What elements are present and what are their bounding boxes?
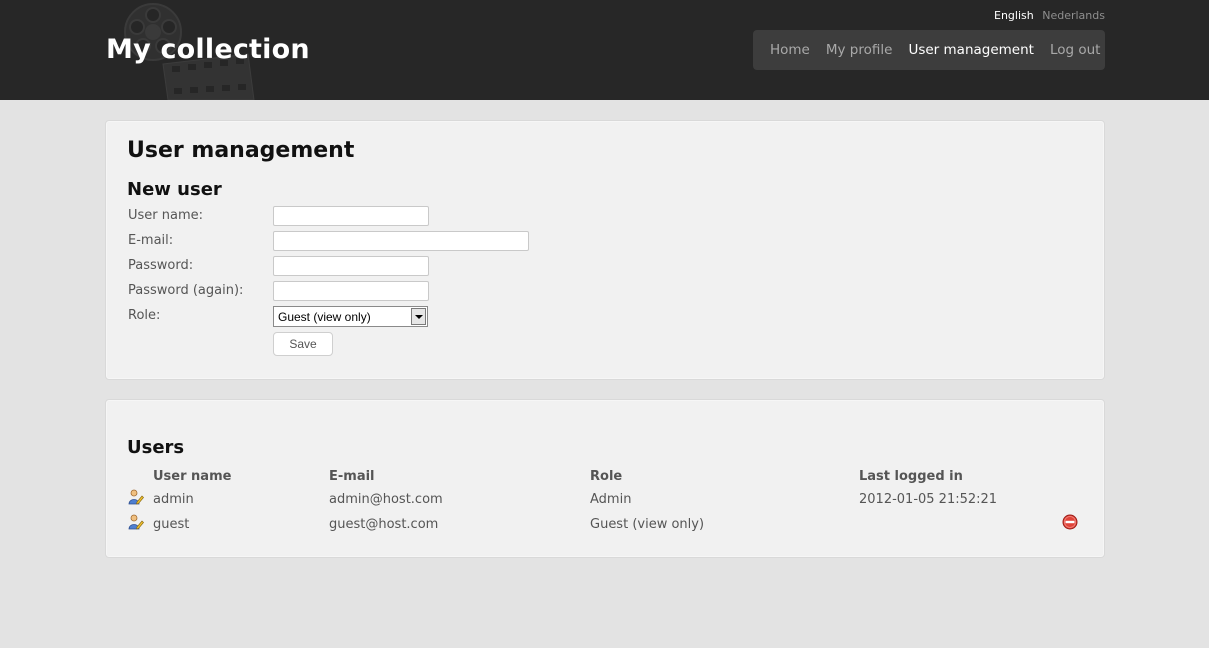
new-user-heading: New user [127, 179, 222, 200]
cell-role: Admin [590, 492, 632, 507]
nav-user-management[interactable]: User management [908, 42, 1034, 58]
chevron-down-icon[interactable] [411, 308, 426, 325]
site-header: My collection English Nederlands Home My… [0, 0, 1209, 100]
cell-email: admin@host.com [329, 492, 443, 507]
page-title: User management [127, 138, 355, 163]
email-input[interactable] [273, 231, 529, 251]
role-select-value: Guest (view only) [278, 310, 371, 324]
site-title[interactable]: My collection [106, 34, 310, 65]
password-again-label: Password (again): [128, 283, 244, 298]
new-user-panel: User management New user User name: E-ma… [105, 120, 1105, 380]
role-label: Role: [128, 308, 161, 323]
edit-user-icon[interactable] [128, 514, 144, 530]
password-again-input[interactable] [273, 281, 429, 301]
email-row: E-mail: [128, 231, 728, 253]
column-header-email: E-mail [329, 469, 375, 484]
column-header-role: Role [590, 469, 623, 484]
users-panel: Users User name E-mail Role Last logged … [105, 399, 1105, 558]
language-dutch[interactable]: Nederlands [1042, 9, 1105, 22]
edit-user-icon[interactable] [128, 489, 144, 505]
nav-my-profile[interactable]: My profile [826, 42, 893, 58]
username-label: User name: [128, 208, 204, 223]
users-heading: Users [127, 437, 185, 458]
main-nav: Home My profile User management Log out [753, 30, 1105, 70]
cell-username: admin [153, 492, 194, 507]
delete-icon[interactable] [1062, 514, 1078, 530]
cell-last-login: 2012-01-05 21:52:21 [859, 492, 998, 507]
nav-home[interactable]: Home [770, 42, 810, 58]
password-row: Password: [128, 256, 728, 278]
email-label: E-mail: [128, 233, 174, 248]
password-again-row: Password (again): [128, 281, 728, 303]
username-input[interactable] [273, 206, 429, 226]
cell-email: guest@host.com [329, 517, 439, 532]
username-row: User name: [128, 206, 728, 228]
cell-username: guest [153, 517, 190, 532]
password-label: Password: [128, 258, 194, 273]
password-input[interactable] [273, 256, 429, 276]
language-switcher: English Nederlands [989, 9, 1105, 22]
column-header-username: User name [153, 469, 232, 484]
save-button[interactable]: Save [273, 332, 333, 356]
role-select[interactable]: Guest (view only) [273, 306, 428, 327]
nav-log-out[interactable]: Log out [1050, 42, 1101, 58]
cell-role: Guest (view only) [590, 517, 705, 532]
language-english[interactable]: English [994, 9, 1034, 22]
column-header-last-login: Last logged in [859, 469, 963, 484]
role-row: Role: Guest (view only) [128, 306, 728, 328]
